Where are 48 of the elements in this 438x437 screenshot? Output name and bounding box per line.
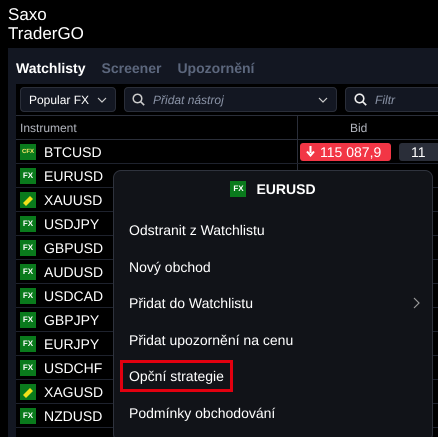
ingot-icon [20,192,36,208]
instrument-name[interactable]: XAGUSD [44,384,104,400]
instrument-name[interactable]: GBPUSD [44,240,104,256]
chevron-down-icon [97,96,108,102]
instrument-name[interactable]: GBPJPY [44,312,100,328]
instrument-name[interactable]: EURJPY [44,336,100,352]
instrument-name[interactable]: BTCUSD [44,144,102,160]
asset-class-badge: FX [20,264,36,280]
menu-item[interactable]: Podmínky obchodování [120,396,284,429]
asset-class-badge: FX [20,336,36,352]
instrument-name[interactable]: XAUUSD [44,192,102,208]
asset-class-badge: FX [20,360,36,376]
tab[interactable]: Watchlisty [16,60,86,76]
filter-input[interactable]: Filtr [375,92,438,106]
asset-class-badge: FX [230,181,246,197]
search-icon [132,93,146,106]
add-instrument-input[interactable]: Přidat nástroj [153,92,310,106]
asset-class-badge: FX [20,312,36,328]
app-title: Saxo [8,5,48,24]
add-instrument-field[interactable]: Přidat nástroj [124,87,338,112]
arrow-down-icon [306,146,315,157]
search-icon [354,93,368,106]
instrument-name[interactable]: EURUSD [44,168,104,184]
watchlist-dropdown[interactable]: Popular FX [20,87,116,112]
menu-item[interactable]: Přidat upozornění na cenu [120,324,302,356]
bid-price[interactable]: 115 087,9 [300,142,391,160]
column-header[interactable]: Instrument [16,116,298,139]
instrument-name[interactable]: USDJPY [44,216,100,232]
asset-class-badge: FX [20,216,36,232]
column-header[interactable]: Bid [298,120,368,134]
asset-class-badge: FX [20,168,36,184]
menu-title: EURUSD [256,181,316,197]
asset-class-badge: FX [20,240,36,256]
menu-item[interactable]: Nový obchod [120,250,220,283]
instrument-name[interactable]: AUDUSD [44,264,104,280]
menu-item[interactable]: Přidat do Watchlistu [120,287,262,320]
asset-class-badge: FX [20,408,36,424]
instrument-name[interactable]: USDCHF [44,360,102,376]
filter-field[interactable]: Filtr [345,87,438,112]
menu-item[interactable]: Opční strategie [120,360,233,392]
chevron-down-icon [318,96,328,102]
instrument-name[interactable]: NZDUSD [44,408,102,424]
menu-item[interactable]: Odstranit z Watchlistu [120,214,274,246]
app-title: TraderGO [8,24,85,43]
ask-price[interactable]: 11 [399,142,438,160]
instrument-name[interactable]: USDCAD [44,288,104,304]
ingot-icon [20,384,36,400]
asset-class-badge: FX [20,288,36,304]
